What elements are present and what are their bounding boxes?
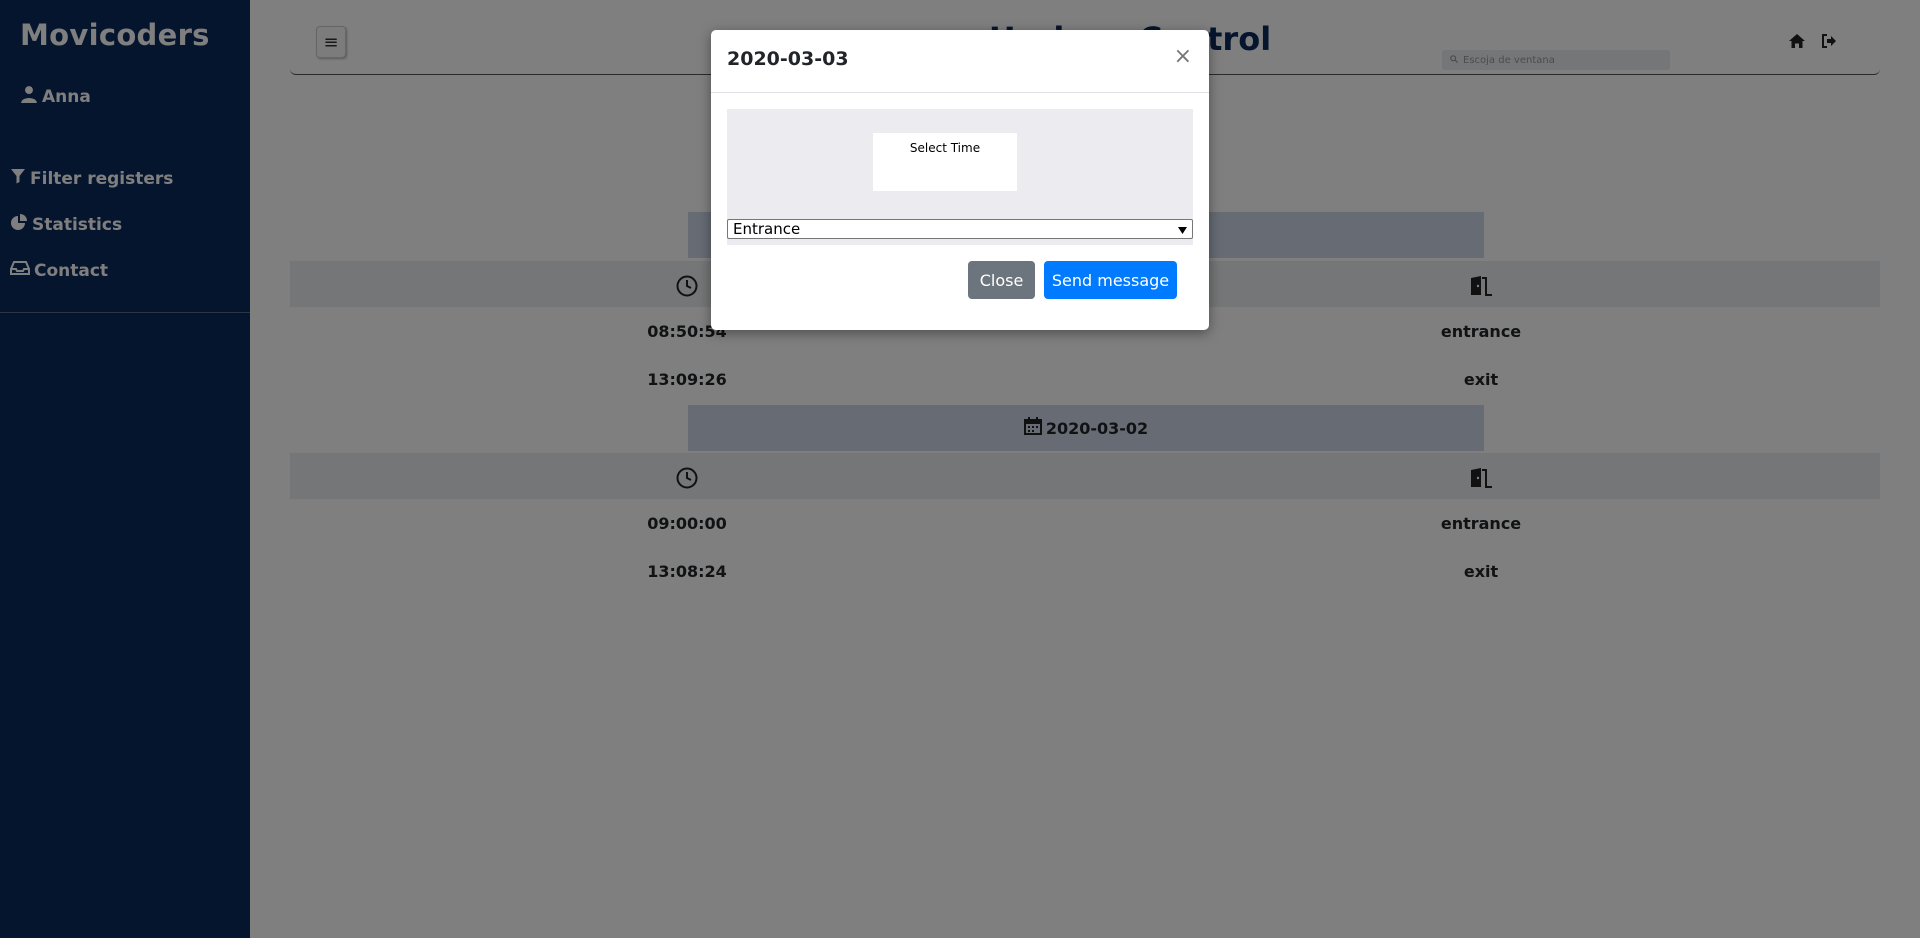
edit-register-modal: 2020-03-03 × Select Time Entrance Close … [711, 30, 1209, 330]
select-value: Entrance [733, 220, 801, 238]
time-picker-label: Select Time [909, 141, 981, 155]
register-type-select[interactable]: Entrance [727, 219, 1193, 239]
modal-title: 2020-03-03 [727, 48, 849, 70]
send-message-button[interactable]: Send message [1044, 261, 1177, 299]
chevron-down-icon [1178, 220, 1187, 238]
modal-header: 2020-03-03 × [711, 30, 1209, 93]
modal-body: Select Time Entrance [727, 109, 1193, 245]
close-button[interactable]: Close [968, 261, 1035, 299]
time-picker[interactable]: Select Time [873, 133, 1017, 191]
close-icon[interactable]: × [1174, 44, 1192, 69]
